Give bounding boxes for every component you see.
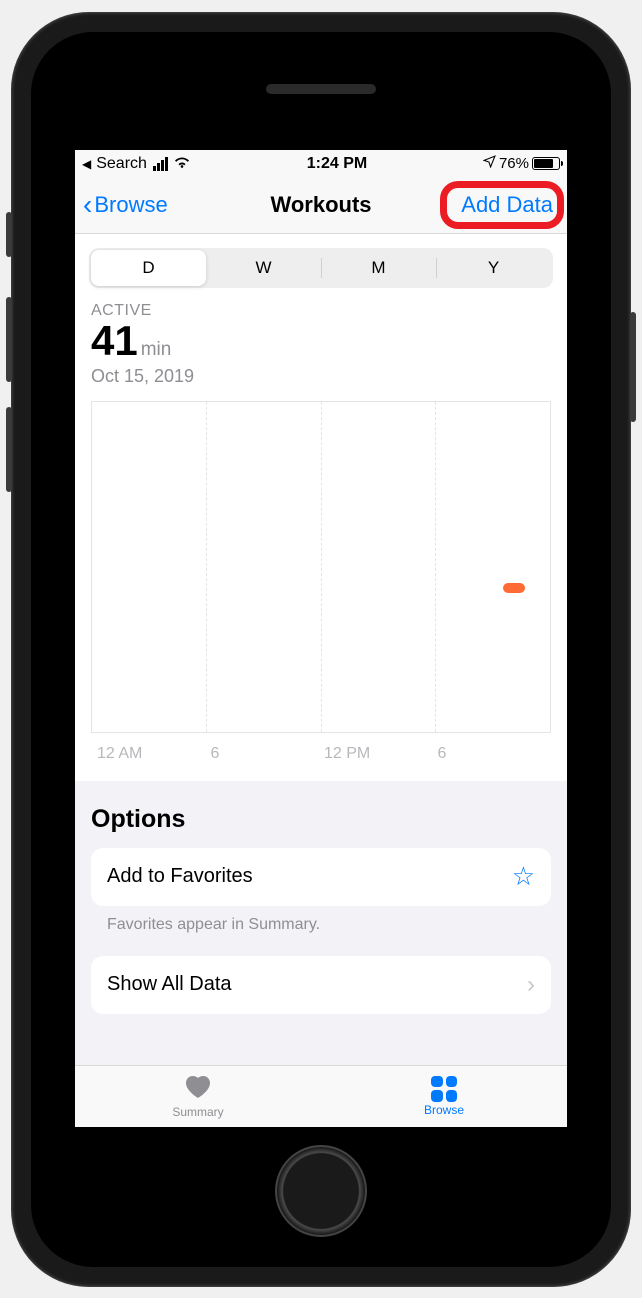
- cell-label: Add to Favorites: [107, 865, 253, 888]
- battery-percent: 76%: [499, 155, 529, 172]
- stat-unit: min: [141, 339, 172, 360]
- grid-icon: [431, 1076, 457, 1102]
- back-to-app-label[interactable]: Search: [96, 155, 147, 173]
- tab-label: Summary: [172, 1105, 223, 1119]
- speaker-grille: [266, 84, 376, 94]
- home-button[interactable]: [275, 1145, 367, 1237]
- cell-label: Show All Data: [107, 973, 232, 996]
- star-outline-icon: ☆: [512, 861, 535, 892]
- wifi-icon: [173, 155, 191, 173]
- chevron-right-icon: ›: [527, 971, 535, 999]
- status-bar: ◀ Search 1:24 PM 76%: [75, 150, 567, 178]
- back-button-label: Browse: [94, 192, 167, 218]
- cellular-signal-icon: [153, 157, 168, 171]
- clock: 1:24 PM: [191, 155, 483, 173]
- navigation-bar: ‹ Browse Workouts Add Data: [75, 178, 567, 234]
- battery-icon: [532, 157, 560, 170]
- tab-bar: Summary Browse: [75, 1065, 567, 1127]
- add-data-button[interactable]: Add Data: [455, 188, 559, 222]
- chevron-left-icon: ‹: [83, 191, 92, 219]
- options-section: Options Add to Favorites ☆ Favorites app…: [75, 781, 567, 1065]
- tab-browse[interactable]: Browse: [321, 1066, 567, 1127]
- time-range-segmented-control: D W M Y: [89, 248, 553, 288]
- tab-label: Browse: [424, 1103, 464, 1117]
- segment-week[interactable]: W: [206, 250, 321, 286]
- axis-tick: 12 AM: [97, 745, 211, 763]
- segment-month[interactable]: M: [321, 250, 436, 286]
- tab-summary[interactable]: Summary: [75, 1066, 321, 1127]
- summary-stat: ACTIVE 41min Oct 15, 2019: [75, 288, 567, 391]
- location-icon: [483, 155, 496, 172]
- show-all-data-row[interactable]: Show All Data ›: [91, 956, 551, 1014]
- chart-x-axis: 12 AM 6 12 PM 6: [97, 745, 551, 763]
- options-heading: Options: [91, 805, 551, 834]
- axis-tick: 12 PM: [324, 745, 438, 763]
- stat-date: Oct 15, 2019: [91, 366, 551, 387]
- add-to-favorites-row[interactable]: Add to Favorites ☆: [91, 848, 551, 906]
- axis-tick: 6: [211, 745, 325, 763]
- stat-label: ACTIVE: [91, 302, 551, 320]
- segment-day[interactable]: D: [91, 250, 206, 286]
- stat-value: 41: [91, 317, 138, 364]
- back-to-app-icon[interactable]: ◀: [82, 157, 91, 171]
- axis-tick: 6: [438, 745, 552, 763]
- chart-data-point: [503, 583, 525, 593]
- screen: ◀ Search 1:24 PM 76%: [75, 150, 567, 1127]
- silence-switch: [6, 212, 12, 257]
- volume-down-button: [6, 407, 12, 492]
- chart-grid: [91, 401, 551, 733]
- heart-icon: [183, 1073, 213, 1104]
- volume-up-button: [6, 297, 12, 382]
- activity-chart[interactable]: 12 AM 6 12 PM 6: [75, 401, 567, 781]
- favorites-hint: Favorites appear in Summary.: [91, 906, 551, 956]
- segment-year[interactable]: Y: [436, 250, 551, 286]
- phone-frame: ◀ Search 1:24 PM 76%: [11, 12, 631, 1287]
- back-button[interactable]: ‹ Browse: [83, 191, 168, 219]
- power-button: [630, 312, 636, 422]
